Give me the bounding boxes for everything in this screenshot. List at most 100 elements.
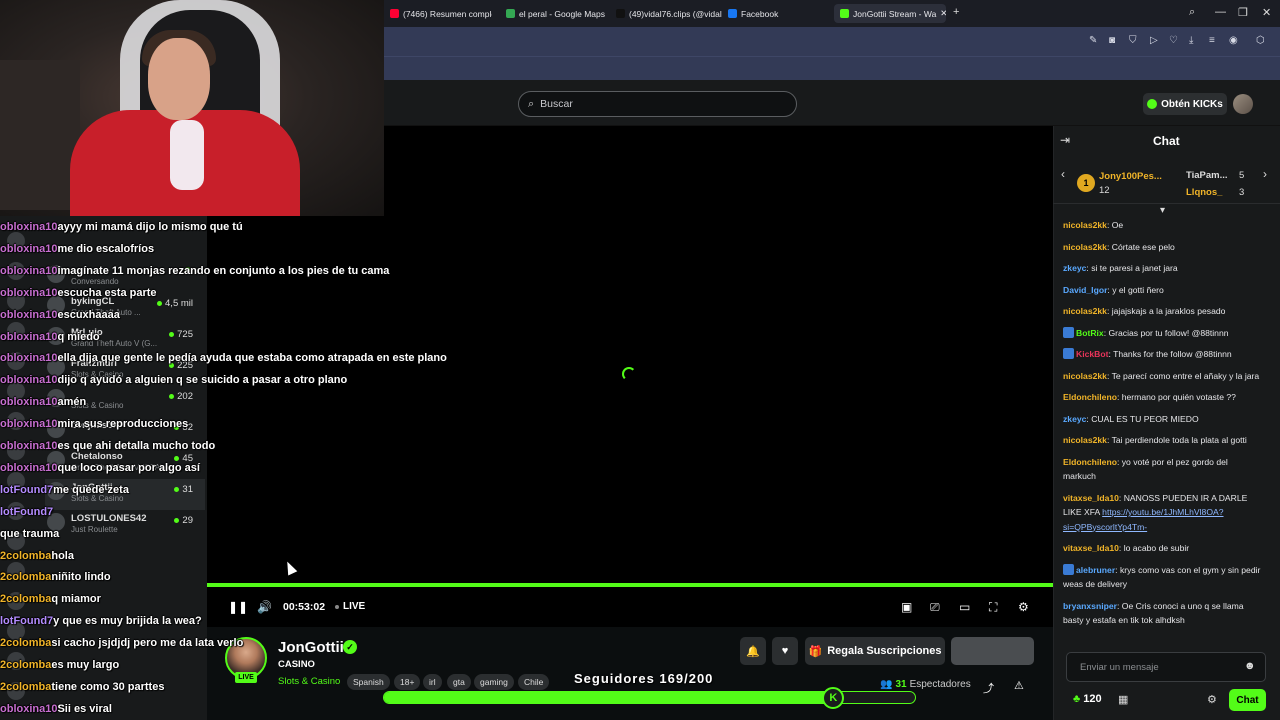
chat-username[interactable]: nicolas2kk bbox=[1063, 306, 1107, 316]
picture-in-picture-icon[interactable]: ▣ bbox=[901, 600, 912, 614]
chevron-right-icon[interactable]: › bbox=[1263, 167, 1267, 181]
get-kicks-button[interactable]: Obtén KICKs bbox=[1143, 93, 1227, 115]
profile-icon[interactable]: ◉ bbox=[1229, 35, 1238, 46]
chat-settings-icon[interactable]: ⚙ bbox=[1207, 693, 1217, 706]
bell-icon: 🔔 bbox=[746, 645, 760, 658]
close-window-icon[interactable]: ✕ bbox=[1262, 6, 1271, 19]
viewer-count: 👥 31 Espectadores bbox=[880, 679, 971, 690]
play-icon[interactable]: ▷ bbox=[1150, 35, 1158, 46]
chat-username[interactable]: nicolas2kk bbox=[1063, 242, 1107, 252]
live-dot-icon bbox=[174, 456, 180, 461]
top-gifter-1-name[interactable]: Jony100Pes... bbox=[1099, 171, 1167, 182]
menu-icon[interactable]: ≡ bbox=[1209, 35, 1215, 46]
overlay-chat-username: 2colomba bbox=[0, 593, 52, 606]
chat-text: Thanks for the follow @88tinnn bbox=[1113, 349, 1232, 359]
chat-text: Oe bbox=[1111, 220, 1124, 230]
chat-username[interactable]: David_Igor bbox=[1063, 285, 1107, 295]
chat-username[interactable]: Eldonchileno bbox=[1063, 392, 1117, 402]
heart-icon[interactable]: ♡ bbox=[1169, 35, 1178, 46]
chat-text: Córtate ese pelo bbox=[1111, 241, 1175, 252]
store-icon[interactable]: ▦ bbox=[1118, 693, 1128, 706]
shield-icon[interactable]: ⛉ bbox=[1129, 35, 1137, 46]
follow-button[interactable] bbox=[951, 637, 1034, 665]
sidebar-channel[interactable]: LOSTULONES42 Just Roulette 29 bbox=[45, 510, 205, 541]
minimize-icon[interactable]: — bbox=[1215, 6, 1226, 18]
chevron-left-icon[interactable]: ‹ bbox=[1061, 167, 1065, 181]
stream-tag[interactable]: Spanish bbox=[347, 674, 390, 690]
stream-tag[interactable]: irl bbox=[423, 674, 442, 690]
stream-tag[interactable]: gaming bbox=[474, 674, 514, 690]
chat-username[interactable]: vitaxse_Ida10 bbox=[1063, 543, 1119, 553]
chat-username[interactable]: zkeyc bbox=[1063, 414, 1086, 424]
report-icon[interactable]: ⚠ bbox=[1014, 679, 1024, 692]
emote-icon[interactable]: ☻ bbox=[1244, 660, 1256, 672]
new-tab-button[interactable]: + bbox=[953, 6, 959, 18]
overlay-chat-username: obloxina10 bbox=[0, 461, 58, 474]
overlay-chat-line: 2colombasi cacho jsjdjdj pero me da lata… bbox=[0, 637, 243, 649]
chat-text: lo acabo de subir bbox=[1123, 543, 1190, 553]
clip-icon[interactable]: ⎚ bbox=[930, 600, 940, 615]
overlay-chat-line: obloxina10imagínate 11 monjas rezando en… bbox=[0, 265, 389, 277]
edit-icon[interactable]: ✎ bbox=[1089, 35, 1097, 46]
maximize-icon[interactable]: ❐ bbox=[1238, 6, 1248, 19]
chat-username[interactable]: Eldonchileno bbox=[1063, 457, 1117, 467]
theater-mode-icon[interactable]: ▭ bbox=[959, 600, 970, 614]
pin-toggle-icon[interactable]: ▾ bbox=[1160, 205, 1165, 216]
chat-username[interactable]: vitaxse_Ida10 bbox=[1063, 493, 1119, 503]
camera-icon[interactable]: ◙ bbox=[1109, 35, 1115, 46]
user-avatar[interactable] bbox=[1233, 94, 1253, 114]
pause-icon[interactable]: ❚❚ bbox=[228, 600, 248, 614]
chat-username[interactable]: zkeyc bbox=[1063, 263, 1086, 273]
chat-username[interactable]: BotRix bbox=[1076, 328, 1104, 338]
streamer-name[interactable]: JonGottii bbox=[278, 639, 344, 656]
overlay-chat-text: Sii es viral bbox=[57, 702, 112, 715]
gift-subscriptions-button[interactable]: 🎁 Regala Suscripciones bbox=[805, 637, 945, 665]
chat-username[interactable]: bryanxsniper bbox=[1063, 601, 1117, 611]
top-gifter-2-count: 5 bbox=[1239, 170, 1245, 181]
browser-tab[interactable]: Facebook bbox=[722, 4, 782, 23]
browser-tab[interactable]: (49)vidal76.clips (@vidal76 bbox=[610, 4, 722, 23]
live-indicator: LIVE bbox=[335, 601, 365, 612]
share-icon[interactable]: ⤴ bbox=[983, 680, 994, 696]
chat-send-button[interactable]: Chat bbox=[1229, 689, 1266, 711]
stream-tag[interactable]: gta bbox=[447, 674, 471, 690]
close-tab-icon[interactable]: ✕ bbox=[940, 8, 946, 19]
top-gifter-3-name[interactable]: Llqnos_ bbox=[1186, 187, 1232, 198]
extension-icon[interactable]: ⬡ bbox=[1256, 35, 1265, 46]
search-icon: ⌕ bbox=[528, 97, 535, 110]
overlay-chat-line: obloxina10q miedo bbox=[0, 331, 100, 343]
stream-tag[interactable]: Chile bbox=[518, 674, 550, 690]
chat-input[interactable]: Enviar un mensaje bbox=[1066, 652, 1266, 682]
stream-tag[interactable]: 18+ bbox=[394, 674, 421, 690]
download-icon[interactable]: ⤓ bbox=[1189, 35, 1193, 46]
search-input[interactable]: ⌕ Buscar bbox=[518, 91, 797, 117]
overlay-chat-text: es muy largo bbox=[51, 659, 120, 671]
settings-gear-icon[interactable]: ⚙ bbox=[1018, 600, 1029, 614]
volume-icon[interactable]: 🔊 bbox=[257, 600, 272, 614]
chat-username[interactable]: KickBot bbox=[1076, 349, 1108, 359]
browser-tab[interactable]: (7466) Resumen completo bbox=[384, 4, 492, 23]
chat-username[interactable]: nicolas2kk bbox=[1063, 371, 1107, 381]
chat-username[interactable]: nicolas2kk bbox=[1063, 220, 1107, 230]
fullscreen-icon[interactable]: ⛶ bbox=[989, 600, 997, 615]
channel-points[interactable]: ♣ 120 bbox=[1073, 693, 1102, 705]
overlay-chat-line: obloxina10es que ahi detalla mucho todo bbox=[0, 440, 215, 452]
chat-username[interactable]: nicolas2kk bbox=[1063, 435, 1107, 445]
search-tabs-icon[interactable]: ⌕ bbox=[1189, 6, 1195, 19]
overlay-chat-text: q miamor bbox=[51, 593, 101, 606]
stream-category[interactable]: Slots & Casino bbox=[278, 676, 340, 687]
search-placeholder: Buscar bbox=[540, 98, 573, 110]
address-field[interactable] bbox=[384, 32, 1084, 51]
favorite-heart-button[interactable]: ♥ bbox=[772, 637, 798, 665]
overlay-chat-username: obloxina10 bbox=[0, 286, 58, 299]
collapse-chat-icon[interactable]: ⇥ bbox=[1060, 133, 1070, 147]
browser-tab[interactable]: el peral - Google Maps bbox=[500, 4, 606, 23]
tab-label: (49)vidal76.clips (@vidal76 bbox=[629, 8, 722, 19]
top-gifter-2-name[interactable]: TiaPam... bbox=[1186, 170, 1232, 181]
overlay-chat-text: me dio escalofríos bbox=[57, 242, 155, 255]
overlay-chat-line: 2colombaq miamor bbox=[0, 593, 101, 605]
notifications-bell-button[interactable]: 🔔 bbox=[740, 637, 766, 665]
browser-tab[interactable]: JonGottii Stream - Wa ✕ bbox=[834, 4, 946, 23]
chat-username[interactable]: alebruner bbox=[1076, 565, 1115, 575]
channel-viewer-count: 725 bbox=[177, 329, 193, 340]
